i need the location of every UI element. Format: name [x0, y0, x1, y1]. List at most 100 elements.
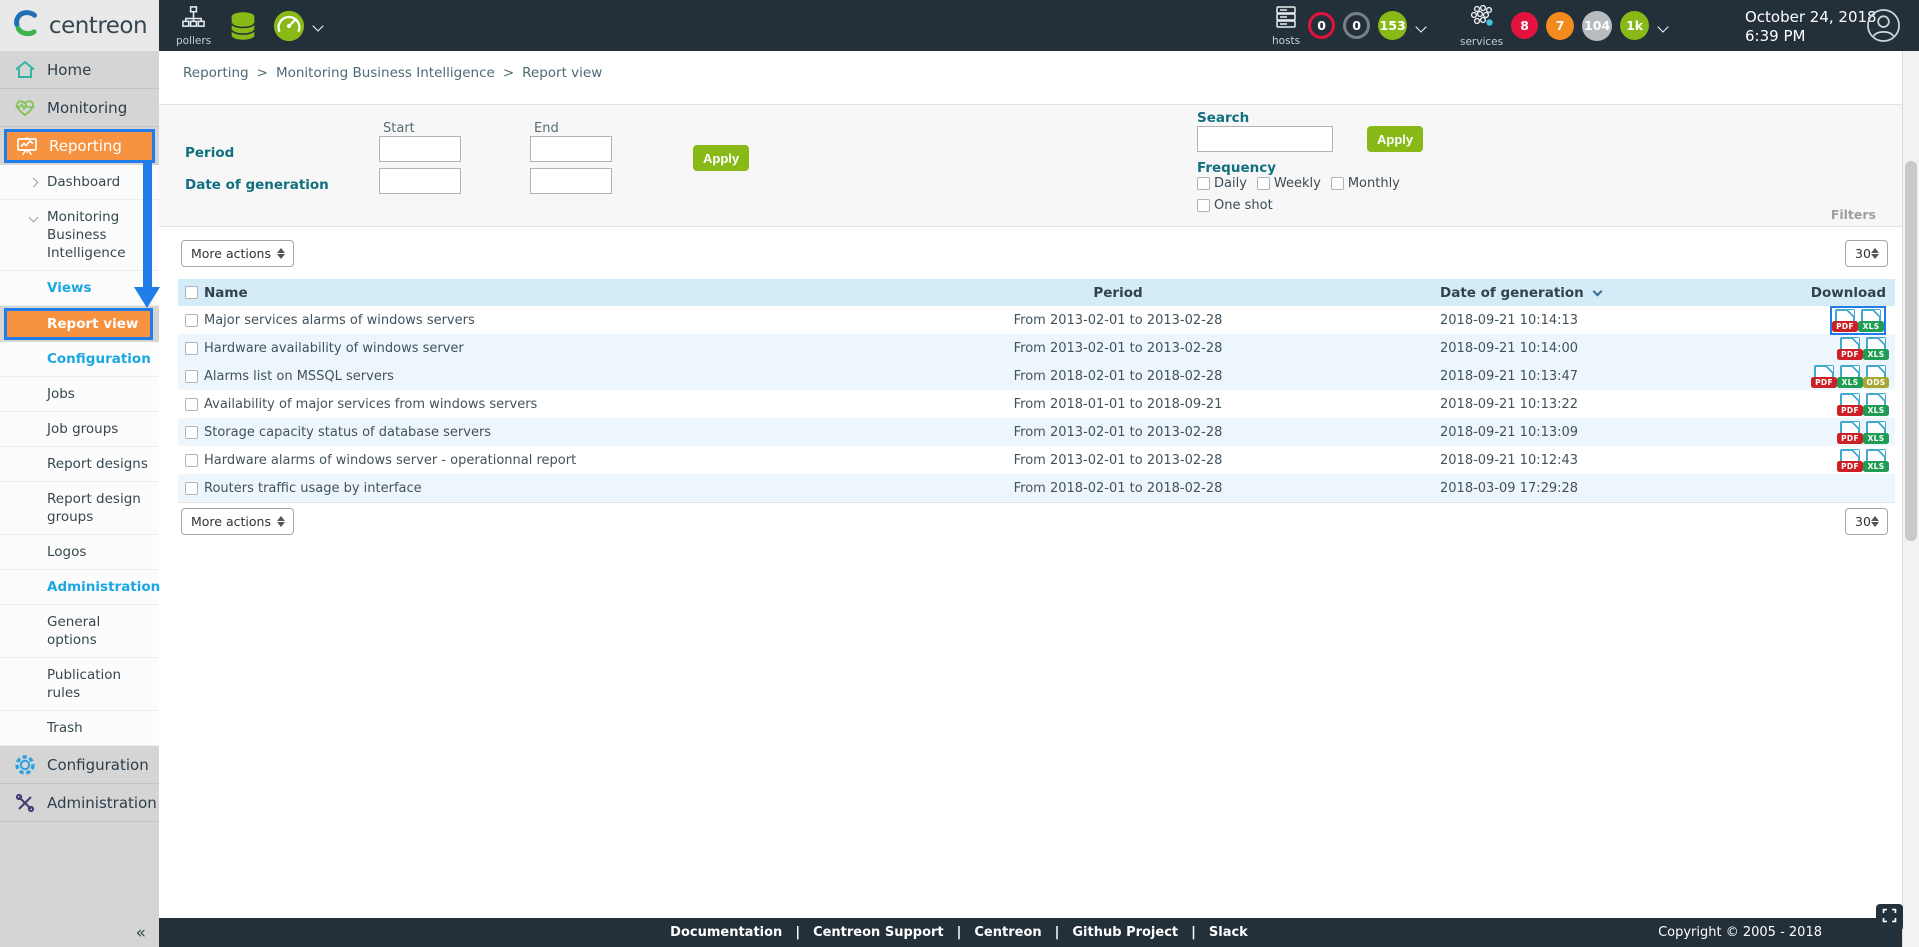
row-checkbox[interactable] — [185, 342, 198, 355]
generation-end-input[interactable] — [530, 168, 612, 194]
period-start-input[interactable] — [379, 136, 461, 162]
column-header-generation[interactable]: Date of generation — [1398, 285, 1768, 301]
column-header-name[interactable]: Name — [204, 285, 838, 301]
services-chevron-icon[interactable] — [1659, 16, 1667, 35]
pollers-group[interactable]: pollers — [176, 0, 211, 51]
host-badge-outline-red[interactable]: 0 — [1308, 12, 1335, 39]
sidebar-item-job-groups[interactable]: Job groups — [0, 412, 159, 447]
ods-file-icon[interactable]: ODS — [1866, 365, 1886, 388]
frequency-option-one-shot[interactable]: One shot — [1197, 198, 1273, 213]
pdf-file-icon[interactable]: PDF — [1835, 309, 1855, 332]
page-size-select-top[interactable]: 30 — [1845, 240, 1888, 267]
checkbox-monthly[interactable] — [1331, 177, 1344, 190]
services-group[interactable]: services 871041k — [1460, 0, 1667, 51]
xls-file-icon[interactable]: XLS — [1866, 449, 1886, 472]
pdf-file-icon[interactable]: PDF — [1840, 421, 1860, 444]
service-badge-solid-gray[interactable]: 104 — [1582, 11, 1612, 41]
column-header-download: Download — [1768, 285, 1895, 301]
row-checkbox[interactable] — [185, 482, 198, 495]
sidebar-item-configuration[interactable]: Configuration — [0, 342, 159, 377]
sidebar-item-dashboard[interactable]: Dashboard — [0, 165, 159, 200]
pdf-file-icon[interactable]: PDF — [1840, 337, 1860, 360]
sidebar-item-administration[interactable]: Administration — [0, 784, 159, 822]
row-checkbox[interactable] — [185, 426, 198, 439]
search-input[interactable] — [1197, 126, 1333, 152]
row-checkbox[interactable] — [185, 454, 198, 467]
poller-menu-chevron-icon[interactable] — [314, 0, 322, 51]
select-all-checkbox[interactable] — [185, 286, 198, 299]
xls-file-icon[interactable]: XLS — [1866, 393, 1886, 416]
service-badge-solid-green[interactable]: 1k — [1620, 11, 1649, 40]
reporting-icon — [15, 134, 39, 158]
xls-file-icon[interactable]: XLS — [1866, 337, 1886, 360]
more-actions-select-bottom[interactable]: More actions — [181, 508, 294, 535]
sidebar-item-configuration[interactable]: Configuration — [0, 746, 159, 784]
sidebar-item-jobs[interactable]: Jobs — [0, 377, 159, 412]
sidebar-item-report-designs[interactable]: Report designs — [0, 447, 159, 482]
centreon-logo-icon — [12, 9, 42, 43]
host-status-badges: 00 153 — [1300, 11, 1407, 40]
report-name: Alarms list on MSSQL servers — [204, 369, 838, 384]
period-end-input[interactable] — [530, 136, 612, 162]
breadcrumb-item-monitoring-business-intelligence[interactable]: Monitoring Business Intelligence — [276, 65, 495, 81]
host-badge-outline-gray[interactable]: 0 — [1343, 12, 1370, 39]
checkbox-daily[interactable] — [1197, 177, 1210, 190]
sidebar-item-reporting[interactable]: Reporting — [4, 129, 155, 163]
fullscreen-button[interactable] — [1876, 904, 1903, 931]
service-badge-solid-orange[interactable]: 7 — [1546, 12, 1574, 40]
frequency-option-daily[interactable]: Daily — [1197, 176, 1247, 191]
frequency-option-monthly[interactable]: Monthly — [1331, 176, 1400, 191]
sidebar-item-monitoring-business-intelligence[interactable]: Monitoring Business Intelligence — [0, 200, 159, 271]
database-status-icon[interactable] — [226, 0, 260, 51]
checkbox-weekly[interactable] — [1257, 177, 1270, 190]
footer-link-github-project[interactable]: Github Project — [1072, 925, 1178, 940]
generation-start-input[interactable] — [379, 168, 461, 194]
footer-link-documentation[interactable]: Documentation — [670, 925, 782, 940]
scrollbar-thumb[interactable] — [1905, 161, 1917, 541]
pdf-file-icon[interactable]: PDF — [1840, 393, 1860, 416]
row-checkbox[interactable] — [185, 370, 198, 383]
sidebar-item-report-view[interactable]: Report view — [4, 308, 153, 340]
pdf-file-icon[interactable]: PDF — [1814, 365, 1834, 388]
sidebar-collapse-button[interactable]: « — [136, 923, 146, 943]
host-badge-solid-green[interactable]: 153 — [1378, 11, 1407, 40]
row-checkbox[interactable] — [185, 398, 198, 411]
latency-gauge-icon[interactable] — [272, 0, 306, 51]
logo[interactable]: centreon — [0, 0, 159, 51]
hosts-group[interactable]: hosts 00153 — [1272, 0, 1425, 51]
xls-file-icon[interactable]: XLS — [1861, 309, 1881, 332]
service-badge-solid-red[interactable]: 8 — [1511, 12, 1538, 39]
sidebar-item-report-design-groups[interactable]: Report design groups — [0, 482, 159, 535]
sidebar-item-home[interactable]: Home — [0, 51, 159, 89]
sidebar-item-logos[interactable]: Logos — [0, 535, 159, 570]
sidebar-item-publication-rules[interactable]: Publication rules — [0, 658, 159, 711]
hosts-chevron-icon[interactable] — [1417, 16, 1425, 35]
centreon-app: centreon pollers — [0, 0, 1919, 947]
user-avatar[interactable] — [1866, 8, 1901, 43]
more-actions-select-top[interactable]: More actions — [181, 240, 294, 267]
pdf-file-icon[interactable]: PDF — [1840, 449, 1860, 472]
row-checkbox[interactable] — [185, 314, 198, 327]
breadcrumb-item-report-view[interactable]: Report view — [522, 65, 602, 81]
sidebar-item-administration[interactable]: Administration — [0, 570, 159, 605]
report-name: Routers traffic usage by interface — [204, 481, 838, 496]
sidebar-item-general-options[interactable]: General options — [0, 605, 159, 658]
sidebar-item-monitoring[interactable]: Monitoring — [0, 89, 159, 127]
frequency-option-weekly[interactable]: Weekly — [1257, 176, 1321, 191]
period-apply-button[interactable]: Apply — [693, 145, 749, 171]
xls-file-icon[interactable]: XLS — [1840, 365, 1860, 388]
search-apply-button[interactable]: Apply — [1367, 126, 1423, 152]
sidebar-nav: HomeMonitoringReportingDashboardMonitori… — [0, 51, 159, 947]
breadcrumb-item-reporting[interactable]: Reporting — [183, 65, 249, 81]
vertical-scrollbar[interactable] — [1902, 51, 1919, 947]
footer-link-centreon-support[interactable]: Centreon Support — [813, 925, 944, 940]
xls-file-icon[interactable]: XLS — [1866, 421, 1886, 444]
report-name: Hardware alarms of windows server - oper… — [204, 453, 838, 468]
footer-link-centreon[interactable]: Centreon — [974, 925, 1041, 940]
checkbox-one-shot[interactable] — [1197, 199, 1210, 212]
report-period: From 2013-02-01 to 2013-02-28 — [838, 453, 1398, 468]
sidebar-item-trash[interactable]: Trash — [0, 711, 159, 746]
footer-link-slack[interactable]: Slack — [1209, 925, 1248, 940]
column-header-period[interactable]: Period — [838, 285, 1398, 301]
page-size-select-bottom[interactable]: 30 — [1845, 508, 1888, 535]
